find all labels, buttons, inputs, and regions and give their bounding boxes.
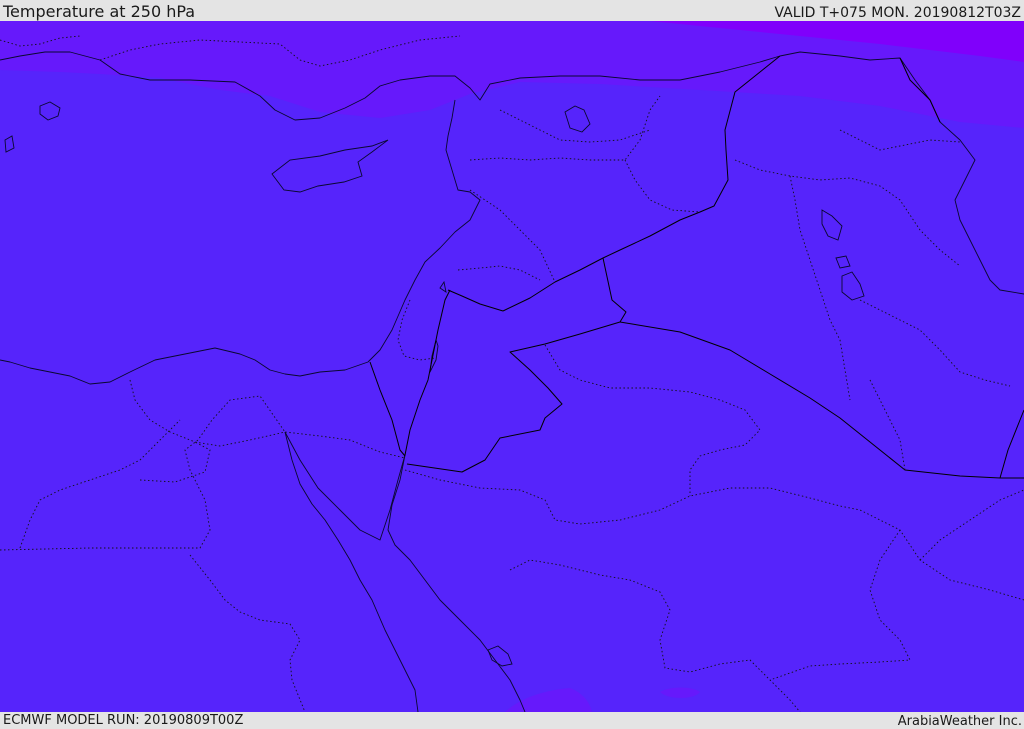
- map-header: Temperature at 250 hPa VALID T+075 MON. …: [0, 0, 1024, 21]
- credit-label: ArabiaWeather Inc.: [897, 714, 1022, 729]
- weather-map-app: Temperature at 250 hPa VALID T+075 MON. …: [0, 0, 1024, 729]
- map-title: Temperature at 250 hPa: [3, 2, 196, 21]
- valid-time-label: VALID T+075 MON. 20190812T03Z: [774, 5, 1021, 21]
- temperature-field-base: [0, 21, 1024, 712]
- map-footer: ECMWF MODEL RUN: 20190809T00Z ArabiaWeat…: [0, 712, 1024, 729]
- temperature-map[interactable]: [0, 21, 1024, 712]
- model-run-label: ECMWF MODEL RUN: 20190809T00Z: [3, 713, 244, 728]
